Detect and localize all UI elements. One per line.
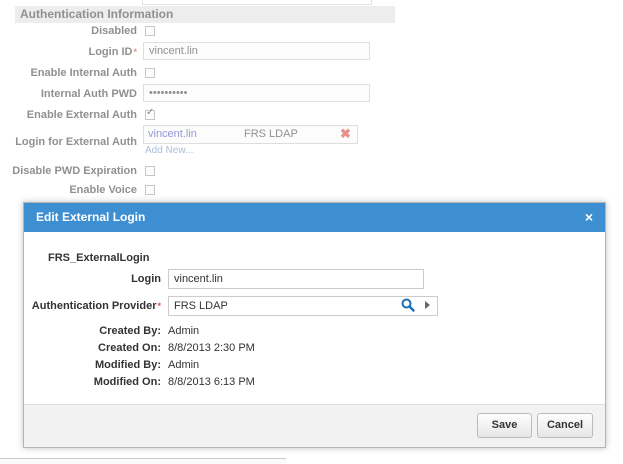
row-login: Login vincent.lin [24, 269, 605, 289]
dialog-header: Edit External Login × [24, 203, 605, 232]
dialog-footer: Save Cancel [24, 404, 605, 447]
label-auth-provider: Authentication Provider* [31, 300, 161, 312]
edit-external-login-dialog: Edit External Login × FRS_ExternalLogin … [23, 202, 606, 448]
bottom-scrollbar[interactable] [0, 458, 286, 464]
cancel-button[interactable]: Cancel [537, 413, 593, 438]
label-modified-on: Modified On: [93, 376, 161, 388]
auth-provider-lookup[interactable]: FRS LDAP [168, 296, 438, 316]
search-icon[interactable] [401, 298, 415, 312]
close-icon[interactable]: × [585, 203, 593, 232]
save-button[interactable]: Save [477, 413, 532, 438]
dialog-body: FRS_ExternalLogin Login vincent.lin Auth… [24, 232, 605, 404]
row-auth-provider: Authentication Provider* FRS LDAP [24, 296, 605, 316]
value-modified-on: 8/8/2013 6:13 PM [168, 376, 255, 388]
row-modified-on: Modified On: 8/8/2013 6:13 PM [24, 372, 605, 392]
dialog-title: Edit External Login [36, 210, 146, 224]
entity-name: FRS_ExternalLogin [48, 252, 150, 264]
label-login: Login [131, 273, 161, 285]
auth-provider-value: FRS LDAP [174, 300, 228, 312]
chevron-right-icon[interactable] [425, 301, 430, 309]
login-input[interactable]: vincent.lin [168, 269, 424, 289]
